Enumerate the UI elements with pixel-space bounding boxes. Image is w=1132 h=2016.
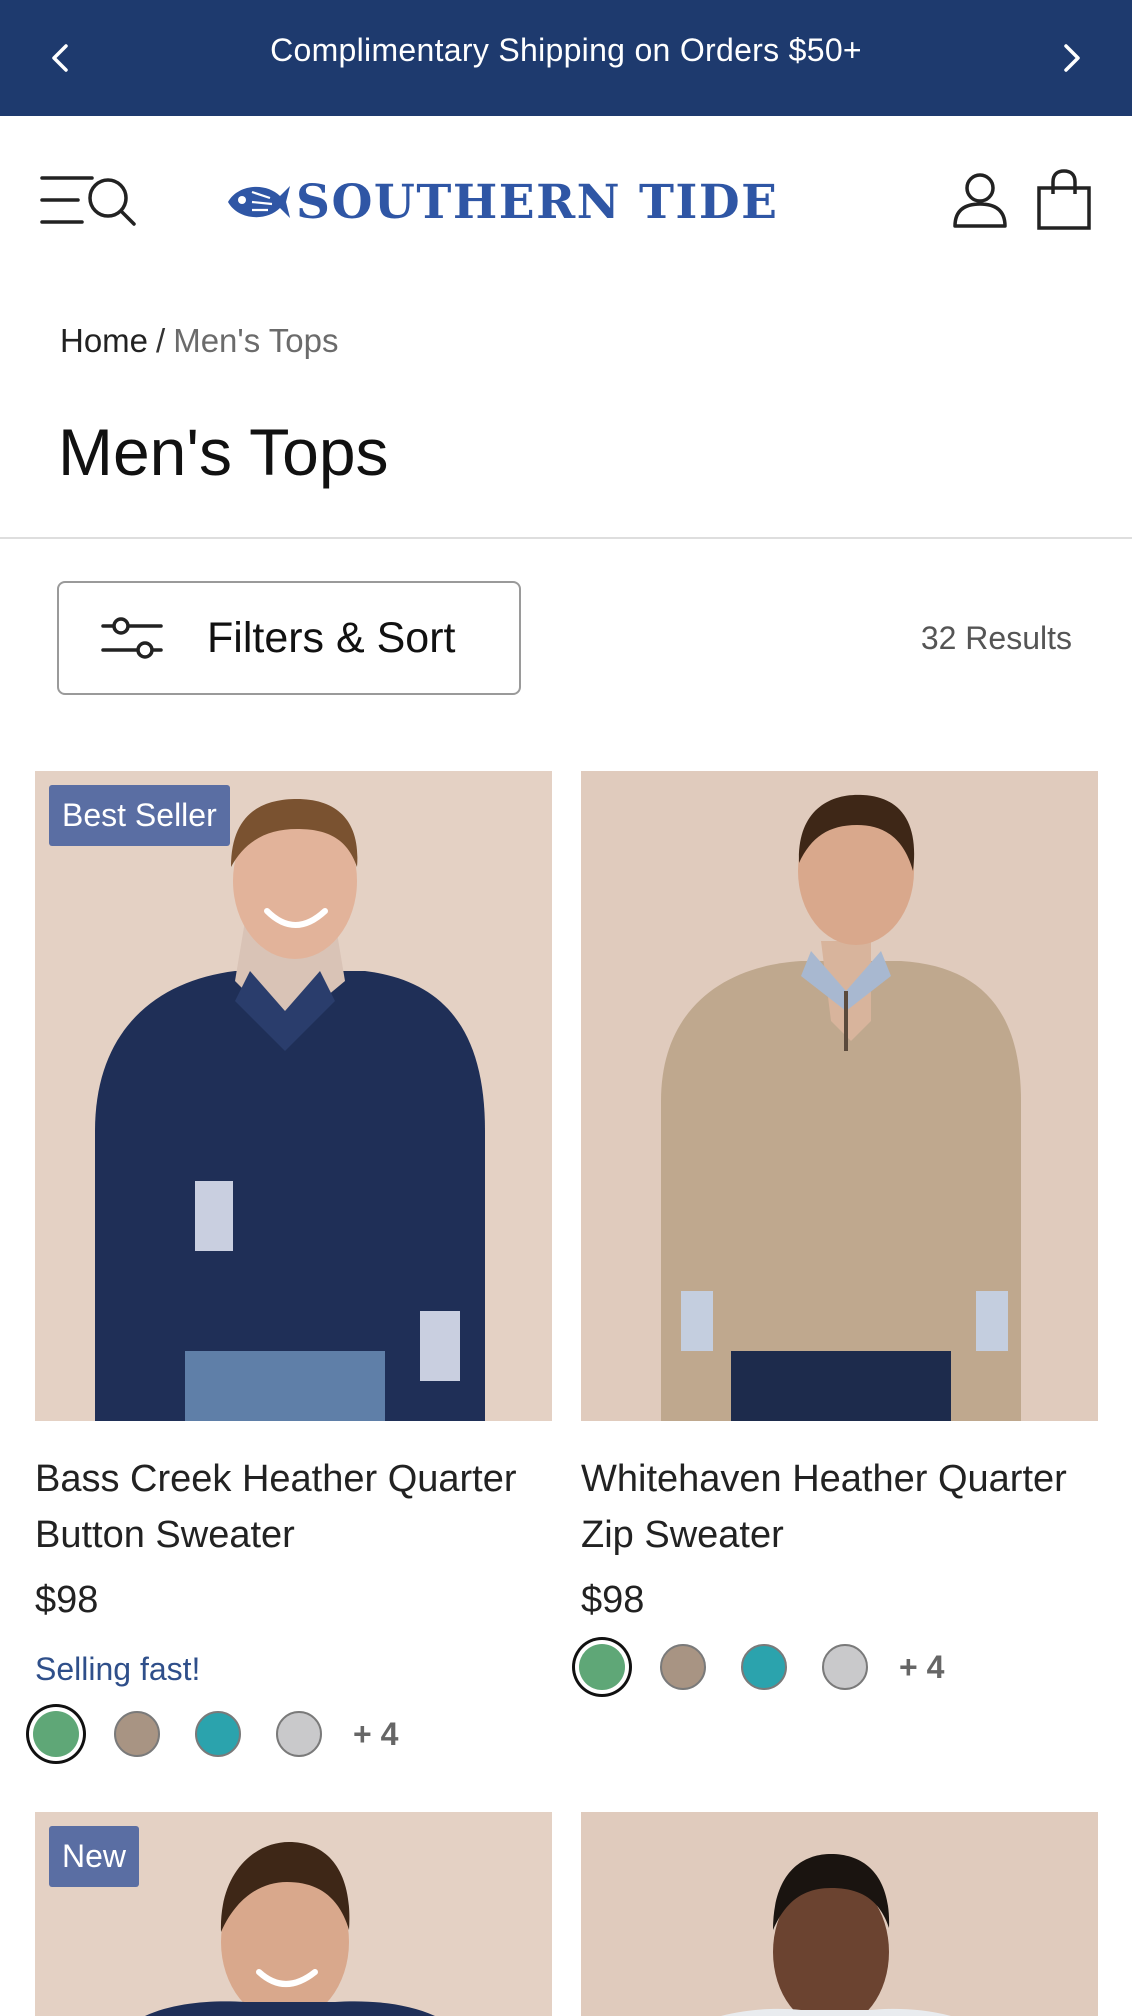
product-badge: Best Seller xyxy=(49,785,230,846)
product-card: Whitehaven Heather Quarter Zip Sweater $… xyxy=(579,771,1098,1731)
brand-name: SOUTHERN TIDE xyxy=(296,174,779,230)
breadcrumb-separator: / xyxy=(156,322,166,359)
color-swatch[interactable] xyxy=(114,1711,160,1757)
results-count: 32 Results xyxy=(920,620,1072,656)
site-header: SOUTHERN TIDE xyxy=(0,116,1132,286)
model-photo xyxy=(581,771,1098,1421)
product-image[interactable]: Best Seller xyxy=(35,771,552,1421)
product-price: $98 xyxy=(35,1579,99,1621)
chevron-right-icon[interactable] xyxy=(1050,38,1090,78)
promo-text[interactable]: Complimentary Shipping on Orders $50+ xyxy=(0,32,1132,69)
skipjack-fish-icon xyxy=(228,186,290,218)
color-swatches: + 4 xyxy=(33,1711,398,1757)
product-card: New xyxy=(35,1812,552,2016)
breadcrumb: Home / Men's Tops xyxy=(60,322,338,360)
account-icon[interactable] xyxy=(950,170,1010,230)
menu-search-icon[interactable] xyxy=(40,172,140,228)
product-name[interactable]: Whitehaven Heather Quarter Zip Sweater xyxy=(581,1451,1098,1563)
color-swatch[interactable] xyxy=(660,1644,706,1690)
promo-banner: Complimentary Shipping on Orders $50+ xyxy=(0,0,1132,116)
filters-sort-button[interactable]: Filters & Sort xyxy=(57,581,521,695)
more-colors[interactable]: + 4 xyxy=(353,1716,398,1753)
product-image[interactable] xyxy=(581,1812,1098,2016)
color-swatch[interactable] xyxy=(33,1711,79,1757)
product-name[interactable]: Bass Creek Heather Quarter Button Sweate… xyxy=(35,1451,552,1563)
color-swatch[interactable] xyxy=(195,1711,241,1757)
product-badge: New xyxy=(49,1826,140,1887)
color-swatch[interactable] xyxy=(276,1711,322,1757)
product-image[interactable]: New xyxy=(35,1812,552,2016)
color-swatch[interactable] xyxy=(741,1644,787,1690)
product-image[interactable] xyxy=(581,771,1098,1421)
color-swatch[interactable] xyxy=(822,1644,868,1690)
model-photo xyxy=(581,1812,1098,2016)
product-price: $98 xyxy=(581,1579,645,1621)
filters-sort-label: Filters & Sort xyxy=(207,613,456,662)
page-title: Men's Tops xyxy=(58,415,389,489)
brand-logo[interactable]: SOUTHERN TIDE xyxy=(222,172,908,232)
breadcrumb-current: Men's Tops xyxy=(173,322,339,359)
shopping-bag-icon[interactable] xyxy=(1034,168,1094,232)
more-colors[interactable]: + 4 xyxy=(899,1649,944,1686)
product-card: Best Seller Bass Creek Heather Quarter B… xyxy=(33,771,552,1801)
color-swatches: + 4 xyxy=(579,1644,944,1690)
stock-note: Selling fast! xyxy=(35,1651,201,1687)
breadcrumb-home-link[interactable]: Home xyxy=(60,322,148,359)
divider xyxy=(0,537,1132,539)
sliders-icon xyxy=(101,617,163,659)
color-swatch[interactable] xyxy=(579,1644,625,1690)
product-card xyxy=(581,1812,1098,2016)
model-photo xyxy=(35,771,552,1421)
